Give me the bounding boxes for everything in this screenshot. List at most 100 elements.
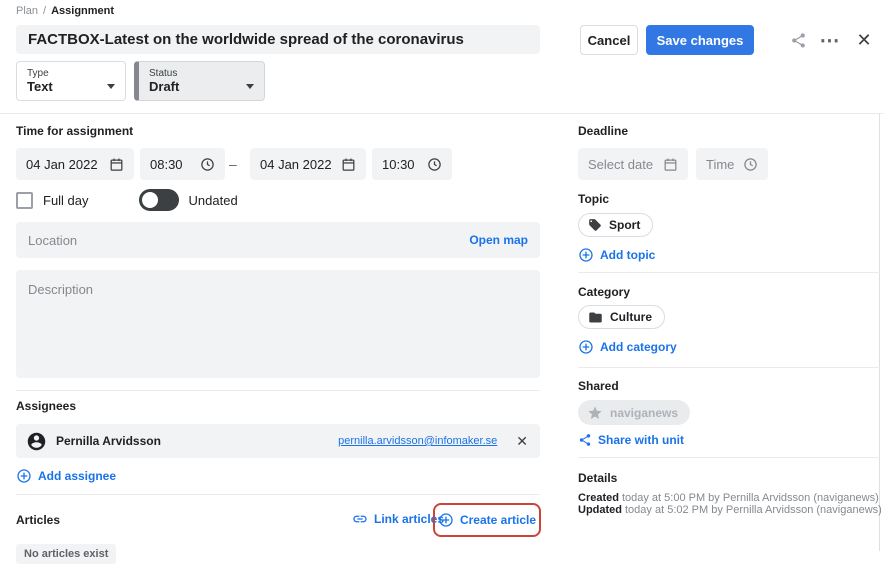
save-changes-button[interactable]: Save changes bbox=[646, 25, 754, 55]
plus-circle-icon bbox=[578, 247, 594, 263]
type-dropdown-value: Text bbox=[27, 79, 53, 94]
category-section-label: Category bbox=[578, 285, 630, 299]
category-divider bbox=[578, 272, 880, 273]
add-topic-button[interactable]: Add topic bbox=[578, 247, 655, 263]
share-icon[interactable] bbox=[786, 27, 810, 53]
assignee-name: Pernilla Arvidsson bbox=[56, 434, 329, 448]
header-divider bbox=[0, 113, 884, 114]
assignee-row: Pernilla Arvidsson pernilla.arvidsson@in… bbox=[16, 424, 540, 458]
deadline-date-field[interactable]: Select date bbox=[578, 148, 688, 180]
start-date-field[interactable]: 04 Jan 2022 bbox=[16, 148, 134, 180]
full-day-undated-row: Full day Undated bbox=[16, 189, 238, 211]
articles-divider bbox=[16, 494, 540, 495]
open-map-link[interactable]: Open map bbox=[469, 233, 528, 247]
status-dropdown-value: Draft bbox=[149, 79, 179, 94]
right-edge-divider bbox=[879, 114, 880, 551]
undated-toggle[interactable] bbox=[139, 189, 179, 211]
end-date-field[interactable]: 04 Jan 2022 bbox=[250, 148, 366, 180]
shared-divider bbox=[578, 367, 880, 368]
add-topic-label: Add topic bbox=[600, 248, 655, 262]
end-time-value: 10:30 bbox=[382, 157, 415, 172]
assignees-section-label: Assignees bbox=[16, 399, 76, 413]
start-date-value: 04 Jan 2022 bbox=[26, 157, 98, 172]
chevron-down-icon bbox=[246, 84, 254, 89]
toggle-knob bbox=[142, 192, 158, 208]
breadcrumb: Plan / Assignment bbox=[16, 5, 114, 17]
clock-icon bbox=[200, 157, 215, 172]
add-category-label: Add category bbox=[600, 340, 677, 354]
updated-text: today at 5:02 PM by Pernilla Arvidsson (… bbox=[625, 504, 882, 516]
topic-section-label: Topic bbox=[578, 192, 609, 206]
assignees-divider bbox=[16, 390, 540, 391]
folder-icon bbox=[588, 310, 603, 325]
created-label: Created bbox=[578, 492, 619, 504]
status-dropdown[interactable]: Status Draft bbox=[134, 61, 265, 101]
end-date-value: 04 Jan 2022 bbox=[260, 157, 332, 172]
location-field: Open map bbox=[16, 222, 540, 258]
deadline-time-placeholder: Time bbox=[706, 157, 734, 172]
start-time-value: 08:30 bbox=[150, 157, 183, 172]
plus-circle-icon bbox=[16, 468, 32, 484]
clock-icon bbox=[427, 157, 442, 172]
shared-unit-label: naviganews bbox=[610, 406, 678, 420]
time-range-separator: – bbox=[229, 148, 237, 180]
start-time-field[interactable]: 08:30 bbox=[140, 148, 225, 180]
avatar bbox=[26, 431, 47, 452]
topic-tag-sport[interactable]: Sport bbox=[578, 213, 653, 237]
location-input[interactable] bbox=[28, 233, 469, 248]
created-meta: Createdtoday at 5:00 PM by Pernilla Arvi… bbox=[578, 492, 879, 504]
cancel-button[interactable]: Cancel bbox=[580, 25, 638, 55]
star-icon bbox=[587, 405, 603, 421]
add-assignee-label: Add assignee bbox=[38, 469, 116, 483]
clock-icon bbox=[743, 157, 758, 172]
close-icon[interactable]: ✕ bbox=[852, 27, 876, 53]
type-dropdown[interactable]: Type Text bbox=[16, 61, 126, 101]
assignee-email-link[interactable]: pernilla.arvidsson@infomaker.se bbox=[338, 435, 497, 447]
more-options-icon[interactable]: ⋯ bbox=[818, 27, 842, 53]
full-day-label: Full day bbox=[43, 193, 89, 208]
share-with-unit-label: Share with unit bbox=[598, 433, 684, 447]
category-tag-culture[interactable]: Culture bbox=[578, 305, 665, 329]
articles-section-label: Articles bbox=[16, 513, 60, 527]
plus-circle-icon bbox=[578, 339, 594, 355]
time-section-label: Time for assignment bbox=[16, 124, 133, 138]
calendar-icon bbox=[341, 157, 356, 172]
category-tag-label: Culture bbox=[610, 310, 652, 324]
shared-unit-tag: naviganews bbox=[578, 400, 690, 425]
updated-meta: Updatedtoday at 5:02 PM by Pernilla Arvi… bbox=[578, 504, 882, 516]
full-day-checkbox[interactable] bbox=[16, 192, 33, 209]
calendar-icon bbox=[663, 157, 678, 172]
remove-assignee-icon[interactable]: ✕ bbox=[516, 433, 528, 450]
updated-label: Updated bbox=[578, 504, 622, 516]
end-time-field[interactable]: 10:30 bbox=[372, 148, 452, 180]
plus-circle-icon bbox=[438, 512, 454, 528]
breadcrumb-parent[interactable]: Plan bbox=[16, 5, 38, 17]
create-article-highlight: Create article bbox=[433, 503, 541, 537]
share-icon bbox=[578, 433, 592, 447]
tag-icon bbox=[588, 218, 602, 232]
assignment-title-input[interactable] bbox=[16, 25, 540, 54]
type-dropdown-label: Type bbox=[27, 68, 115, 79]
add-assignee-button[interactable]: Add assignee bbox=[16, 468, 116, 484]
deadline-time-field[interactable]: Time bbox=[696, 148, 768, 180]
no-articles-badge: No articles exist bbox=[16, 544, 116, 564]
link-icon bbox=[352, 511, 368, 527]
breadcrumb-separator: / bbox=[43, 5, 46, 17]
deadline-date-placeholder: Select date bbox=[588, 157, 653, 172]
breadcrumb-current: Assignment bbox=[51, 5, 114, 17]
add-category-button[interactable]: Add category bbox=[578, 339, 677, 355]
description-textarea[interactable] bbox=[16, 270, 540, 378]
share-with-unit-button[interactable]: Share with unit bbox=[578, 433, 684, 447]
deadline-section-label: Deadline bbox=[578, 124, 628, 138]
calendar-icon bbox=[109, 157, 124, 172]
details-divider bbox=[578, 457, 880, 458]
details-section-label: Details bbox=[578, 471, 617, 485]
status-dropdown-label: Status bbox=[149, 68, 254, 79]
create-article-label: Create article bbox=[460, 513, 536, 527]
link-articles-button[interactable]: Link articles bbox=[352, 511, 444, 527]
create-article-button[interactable]: Create article bbox=[438, 512, 536, 528]
topic-tag-label: Sport bbox=[609, 218, 640, 232]
created-text: today at 5:00 PM by Pernilla Arvidsson (… bbox=[622, 492, 879, 504]
undated-label: Undated bbox=[189, 193, 238, 208]
chevron-down-icon bbox=[107, 84, 115, 89]
